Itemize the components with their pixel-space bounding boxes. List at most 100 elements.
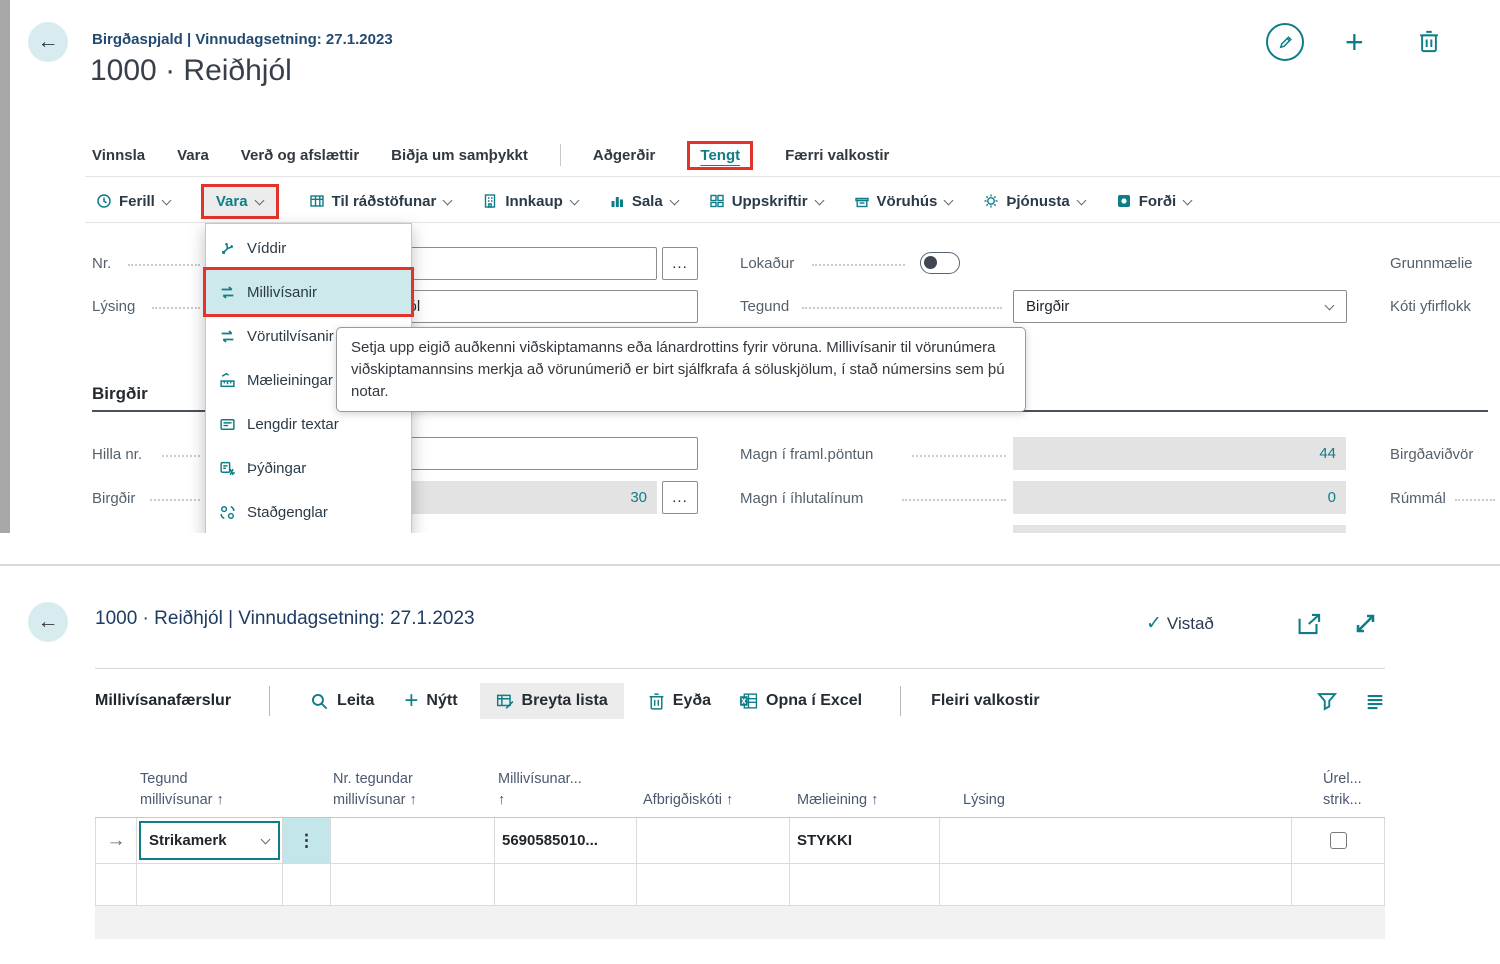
action-innkaup[interactable]: Innkaup [482, 193, 579, 210]
action-uppskriftir[interactable]: Uppskriftir [709, 193, 824, 210]
action-vara[interactable]: Vara [201, 184, 279, 219]
open-in-excel-button[interactable]: Opna í Excel [739, 692, 862, 710]
menu-item-viddir[interactable]: Víddir [206, 226, 411, 270]
millivisunar-nr-cell[interactable] [495, 864, 637, 905]
action-ferill[interactable]: Ferill [96, 193, 171, 210]
menu-item-thydingar[interactable]: Þýðingar [206, 446, 411, 490]
tegund-millivisunar-select[interactable]: Strikamerk [139, 821, 280, 860]
search-button[interactable]: Leita [310, 692, 374, 711]
menu-faerri-valkostir[interactable]: Færri valkostir [785, 147, 889, 164]
dotted-leader [902, 499, 1006, 501]
add-button[interactable]: + [1345, 24, 1364, 60]
toolbar-divider [269, 686, 270, 716]
birgdir-drilldown-button[interactable]: ... [662, 481, 698, 514]
edit-button[interactable] [1266, 23, 1304, 61]
menu-item-label: Staðgenglar [247, 504, 328, 521]
back-button[interactable]: ← [28, 22, 68, 62]
search-label: Leita [337, 692, 374, 710]
cross-reference-icon [219, 284, 236, 301]
nr-lookup-button[interactable]: ... [662, 247, 698, 280]
tooltip-millivisanir: Setja upp eigið auðkenni viðskiptamanns … [336, 327, 1026, 412]
action-voruhus[interactable]: Vöruhús [854, 193, 954, 210]
menu-vinnsla[interactable]: Vinnsla [92, 147, 145, 164]
menu-item-label: Þýðingar [247, 460, 306, 477]
table-row-empty [95, 864, 1385, 906]
field-label-nr: Nr. [92, 255, 111, 272]
col-header-afbrigdiskoti[interactable]: Afbrigðiskóti ↑ [643, 790, 733, 810]
breadcrumb[interactable]: Birgðaspjald | Vinnudagsetning: 27.1.202… [92, 31, 393, 48]
col-header-maelieining[interactable]: Mælieining ↑ [797, 790, 878, 810]
menu-vara[interactable]: Vara [177, 147, 209, 164]
extended-text-icon [219, 416, 236, 433]
check-icon: ✓ [1146, 612, 1162, 635]
chart-bars-icon [609, 193, 625, 209]
list-page-title: 1000 · Reiðhjól | Vinnudagsetning: 27.1.… [95, 608, 475, 630]
tegund-select[interactable]: Birgðir [1013, 290, 1347, 323]
divider [85, 176, 1500, 177]
more-options-button[interactable]: Fleiri valkostir [931, 692, 1040, 710]
menu-bidja-um-samthykkt[interactable]: Biðja um samþykkt [391, 147, 528, 164]
warehouse-icon [854, 193, 870, 209]
bom-grid-icon [709, 193, 725, 209]
lysing-cell[interactable] [940, 864, 1292, 905]
expand-button[interactable] [1352, 610, 1379, 637]
menu-tengt[interactable]: Tengt [687, 141, 753, 170]
chevron-down-icon [1183, 197, 1192, 206]
action-thjonusta[interactable]: Þjónusta [983, 193, 1085, 210]
back-button[interactable]: ← [28, 602, 68, 642]
col-header-nr-tegundar[interactable]: Nr. tegundarmillivísunar ↑ [333, 769, 417, 810]
action-sala[interactable]: Sala [609, 193, 679, 210]
nr-tegundar-cell[interactable] [331, 818, 495, 863]
maelieining-cell[interactable] [790, 864, 940, 905]
edit-list-button[interactable]: Breyta lista [480, 683, 624, 719]
menu-divider [560, 144, 561, 166]
assist-edit-cell [283, 864, 331, 905]
card-action-bar: Ferill Vara Til ráðstöfunar Innkaup Sala… [96, 180, 1192, 222]
pencil-icon [1277, 34, 1294, 51]
col-header-millivisunar-nr[interactable]: Millivísunar...↑ [498, 769, 582, 810]
delete-row-button[interactable]: Eyða [648, 692, 711, 711]
urelt-checkbox-unchecked[interactable] [1330, 832, 1347, 849]
tegund-value: Birgðir [1026, 298, 1069, 315]
view-options-button[interactable] [1365, 693, 1385, 710]
magn-ihlut-value-field[interactable]: 0 [1013, 481, 1346, 514]
diagonal-expand-icon [1352, 610, 1379, 637]
divider [95, 668, 1385, 669]
chevron-down-icon [1325, 302, 1334, 311]
delete-button[interactable] [1418, 29, 1440, 54]
menu-verd-og-afslaettir[interactable]: Verð og afslættir [241, 147, 359, 164]
popout-button[interactable] [1297, 612, 1323, 636]
menu-item-label: Lengdir textar [247, 416, 339, 433]
assist-edit-cell[interactable]: ⋮ [283, 818, 331, 863]
more-options-label: Fleiri valkostir [931, 692, 1040, 710]
lokadur-toggle-off[interactable] [920, 252, 960, 274]
lysing-cell[interactable] [940, 818, 1292, 863]
history-icon [96, 193, 112, 209]
filter-button[interactable] [1317, 692, 1337, 711]
new-button[interactable]: + Nýtt [404, 687, 457, 715]
afbrigdiskoti-cell[interactable] [637, 864, 790, 905]
action-til-radstofunar[interactable]: Til ráðstöfunar [309, 193, 453, 210]
magn-framl-value-field[interactable]: 44 [1013, 437, 1346, 470]
section-heading-birgdir[interactable]: Birgðir [92, 384, 148, 404]
vertical-dots-icon: ⋮ [298, 831, 315, 851]
millivisunar-nr-cell[interactable]: 5690585010... [495, 818, 637, 863]
tegund-cell[interactable] [137, 864, 283, 905]
edit-list-icon [496, 692, 514, 710]
scrollbar-vertical[interactable] [0, 0, 10, 533]
item-card-panel: ← Birgðaspjald | Vinnudagsetning: 27.1.2… [0, 0, 1500, 533]
col-header-lysing[interactable]: Lýsing [963, 790, 1005, 810]
menu-item-stadgenglar[interactable]: Staðgenglar [206, 490, 411, 533]
menu-item-millivisanir[interactable]: Millivísanir [206, 270, 411, 314]
substitutions-icon [219, 504, 236, 521]
menu-adgerdir[interactable]: Aðgerðir [593, 147, 656, 164]
chevron-down-icon [570, 197, 579, 206]
maelieining-cell[interactable]: STYKKI [790, 818, 940, 863]
nr-tegundar-cell[interactable] [331, 864, 495, 905]
action-fordi[interactable]: Forði [1116, 193, 1193, 210]
col-header-tegund-millivisunar[interactable]: Tegundmillivísunar ↑ [140, 769, 224, 810]
saved-label: Vistað [1167, 614, 1214, 634]
col-header-urelt-strikamerki[interactable]: Úrel...strik... [1323, 769, 1362, 810]
dimensions-icon [219, 240, 236, 257]
afbrigdiskoti-cell[interactable] [637, 818, 790, 863]
